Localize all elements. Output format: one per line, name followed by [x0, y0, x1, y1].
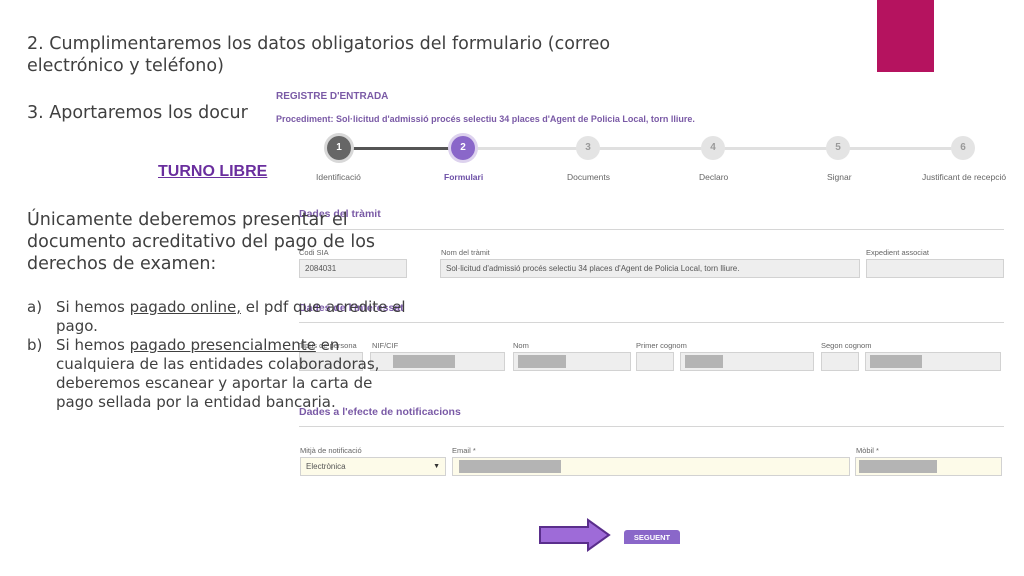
- cognom1-label: Primer cognom: [636, 341, 687, 350]
- cognom1-field: [680, 352, 814, 371]
- step-3-text: 3. Aportaremos los docur: [27, 103, 248, 123]
- mitja-label: Mitjà de notificació: [300, 446, 362, 455]
- accent-block: [877, 0, 934, 72]
- nom-field: [513, 352, 631, 371]
- cognom1-prefix-field: [636, 352, 674, 371]
- options-list: a) Si hemos pagado online, el pdf que ac…: [27, 298, 407, 412]
- list-item: a) Si hemos pagado online, el pdf que ac…: [27, 298, 407, 336]
- next-button[interactable]: SEGUENT: [624, 530, 680, 544]
- arrow-right-icon: [539, 518, 611, 552]
- list-item-link[interactable]: pagado online,: [130, 298, 241, 316]
- redacted-value: [870, 355, 922, 368]
- redacted-value: [518, 355, 566, 368]
- intro-text: Únicamente deberemos presentar el docume…: [27, 210, 376, 274]
- expedient-label: Expedient associat: [866, 248, 929, 257]
- step-5-label: Signar: [827, 172, 852, 182]
- step-6-circle[interactable]: 6: [951, 136, 975, 160]
- cognom2-field: [865, 352, 1001, 371]
- mobil-field[interactable]: [855, 457, 1002, 476]
- step-3-label: Documents: [567, 172, 610, 182]
- mitja-select-value: Electrònica: [306, 462, 346, 471]
- step-2-circle[interactable]: 2: [451, 136, 475, 160]
- procedure-label: Procediment: Sol·licitud d'admissió proc…: [276, 114, 695, 124]
- expedient-field[interactable]: [866, 259, 1004, 278]
- list-item-link[interactable]: pagado presencialmente: [130, 336, 316, 354]
- redacted-value: [685, 355, 723, 368]
- redacted-value: [459, 460, 561, 473]
- list-item-text: Si hemos pagado presencialmente en cualq…: [56, 336, 407, 412]
- step-2-label: Formulari: [444, 172, 484, 182]
- turno-libre-heading: TURNO LIBRE: [158, 163, 268, 180]
- list-item-text: Si hemos pagado online, el pdf que acred…: [56, 298, 407, 336]
- step-2-text: 2. Cumplimentaremos los datos obligatori…: [27, 34, 611, 76]
- cognom2-label: Segon cognom: [821, 341, 872, 350]
- step-5-circle[interactable]: 5: [826, 136, 850, 160]
- list-item-label: b): [27, 336, 43, 354]
- nom-label: Nom: [513, 341, 529, 350]
- step-4-label: Declaro: [699, 172, 729, 182]
- chevron-down-icon: ▼: [433, 463, 440, 470]
- step-4-circle[interactable]: 4: [701, 136, 725, 160]
- step-1-label: Identificació: [316, 172, 361, 182]
- mobil-label: Mòbil *: [856, 446, 879, 455]
- email-label: Email *: [452, 446, 476, 455]
- email-field[interactable]: [452, 457, 850, 476]
- form-title: REGISTRE D'ENTRADA: [276, 91, 389, 102]
- step-1-circle[interactable]: 1: [327, 136, 351, 160]
- cognom2-prefix-field: [821, 352, 859, 371]
- mitja-select[interactable]: Electrònica ▼: [300, 457, 446, 476]
- tramit-name-label: Nom del tràmit: [441, 248, 490, 257]
- section-divider: [299, 426, 1004, 427]
- step-6-label: Justificant de recepció: [922, 172, 1007, 182]
- list-item-pre: Si hemos: [56, 336, 130, 354]
- tramit-name-field: Sol·licitud d'admissió procés selectiu 3…: [440, 259, 860, 278]
- step-progress: 1 2 3 4 5 6 Identificació Formulari Docu…: [272, 134, 1012, 184]
- list-item-pre: Si hemos: [56, 298, 130, 316]
- redacted-value: [859, 460, 937, 473]
- progress-bar-completed: [351, 147, 464, 150]
- step-3-circle[interactable]: 3: [576, 136, 600, 160]
- list-item: b) Si hemos pagado presencialmente en cu…: [27, 336, 407, 412]
- list-item-label: a): [27, 298, 43, 316]
